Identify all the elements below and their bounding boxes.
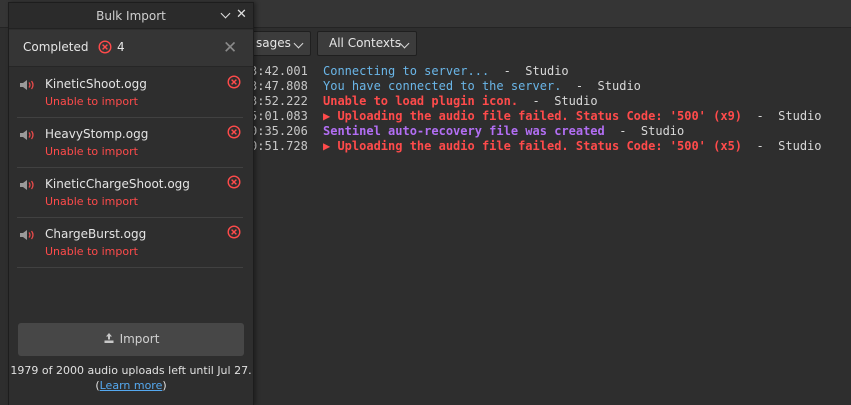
error-circle-icon [227,125,241,139]
status-label: Completed [23,40,89,54]
log-source: - Studio [742,139,822,153]
error-circle-icon [227,225,241,239]
output-log[interactable]: 3:42.001 Connecting to server... - Studio… [250,64,851,154]
upload-icon [104,333,114,343]
paren-close: ) [162,379,167,392]
log-timestamp: 5:01.083 [250,109,308,123]
context-filter-label: All Contexts [329,36,401,50]
log-source: - Studio [518,94,598,108]
log-message: Uploading the audio file failed. Status … [337,139,743,153]
log-timestamp: 3:42.001 [250,64,308,78]
log-message: Unable to load plugin icon. [323,94,519,108]
log-timestamp: 0:35.206 [250,124,308,138]
import-error-message: Unable to import [45,195,138,208]
quota-text: 1979 of 2000 audio uploads left until Ju… [10,364,252,377]
log-source: - Studio [604,124,685,138]
message-filter-label: sages [256,36,291,50]
speaker-icon [20,130,34,140]
speaker-icon [20,230,34,240]
close-icon[interactable]: ✕ [236,7,247,22]
log-line: 0:51.728 ▶ Uploading the audio file faile… [250,139,851,154]
close-icon[interactable]: ✕ [223,38,237,58]
log-message: Sentinel auto-recovery file was created [323,124,605,138]
error-circle-icon [227,175,241,189]
bulk-import-panel: Bulk Import ✕ Completed 4 ✕ KineticShoot… [8,2,254,405]
expand-arrow-icon[interactable]: ▶ [323,109,337,123]
log-message: Connecting to server... [323,64,490,78]
log-message: You have connected to the server. [323,79,562,93]
file-name: KineticChargeShoot.ogg [45,177,190,191]
import-error-message: Unable to import [45,95,138,108]
import-status-bar: Completed 4 ✕ [9,30,253,67]
file-name: ChargeBurst.ogg [45,227,147,241]
log-source: - Studio [742,109,822,123]
error-circle-icon [98,40,112,54]
file-row[interactable]: ChargeBurst.ogg Unable to import [17,218,243,268]
import-error-message: Unable to import [45,245,138,258]
log-timestamp: 3:52.222 [250,94,308,108]
learn-more-link[interactable]: Learn more [100,379,163,392]
chevron-down-icon [293,38,304,49]
speaker-icon [20,80,34,90]
bulk-import-footer: Import 1979 of 2000 audio uploads left u… [9,314,253,405]
log-line: 0:35.206 Sentinel auto-recovery file was … [250,124,851,139]
bulk-import-header: Bulk Import ✕ [9,3,253,29]
log-source: - Studio [561,79,641,93]
message-filter-dropdown[interactable]: sages [250,31,311,56]
file-name: KineticShoot.ogg [45,77,147,91]
expand-arrow-icon[interactable]: ▶ [323,139,337,153]
error-circle-icon [227,75,241,89]
error-count: 4 [117,40,125,54]
file-row[interactable]: KineticShoot.ogg Unable to import [17,68,243,118]
context-filter-dropdown[interactable]: All Contexts [317,31,417,56]
log-line: 5:01.083 ▶ Uploading the audio file faile… [250,109,851,124]
speaker-icon [20,180,34,190]
bulk-import-title: Bulk Import [96,9,166,23]
import-error-message: Unable to import [45,145,138,158]
chevron-down-icon [399,38,410,49]
log-line: 3:47.808 You have connected to the server… [250,79,851,94]
file-row[interactable]: HeavyStomp.ogg Unable to import [17,118,243,168]
log-line: 3:42.001 Connecting to server... - Studio [250,64,851,79]
log-message: Uploading the audio file failed. Status … [337,109,743,123]
row-divider [17,267,243,268]
file-name: HeavyStomp.ogg [45,127,149,141]
file-row[interactable]: KineticChargeShoot.ogg Unable to import [17,168,243,218]
log-source: - Studio [489,64,569,78]
log-line: 3:52.222 Unable to load plugin icon. - St… [250,94,851,109]
log-timestamp: 3:47.808 [250,79,308,93]
import-button-label: Import [119,332,160,346]
upload-quota: 1979 of 2000 audio uploads left until Ju… [9,363,253,393]
log-timestamp: 0:51.728 [250,139,308,153]
import-button[interactable]: Import [18,323,244,356]
